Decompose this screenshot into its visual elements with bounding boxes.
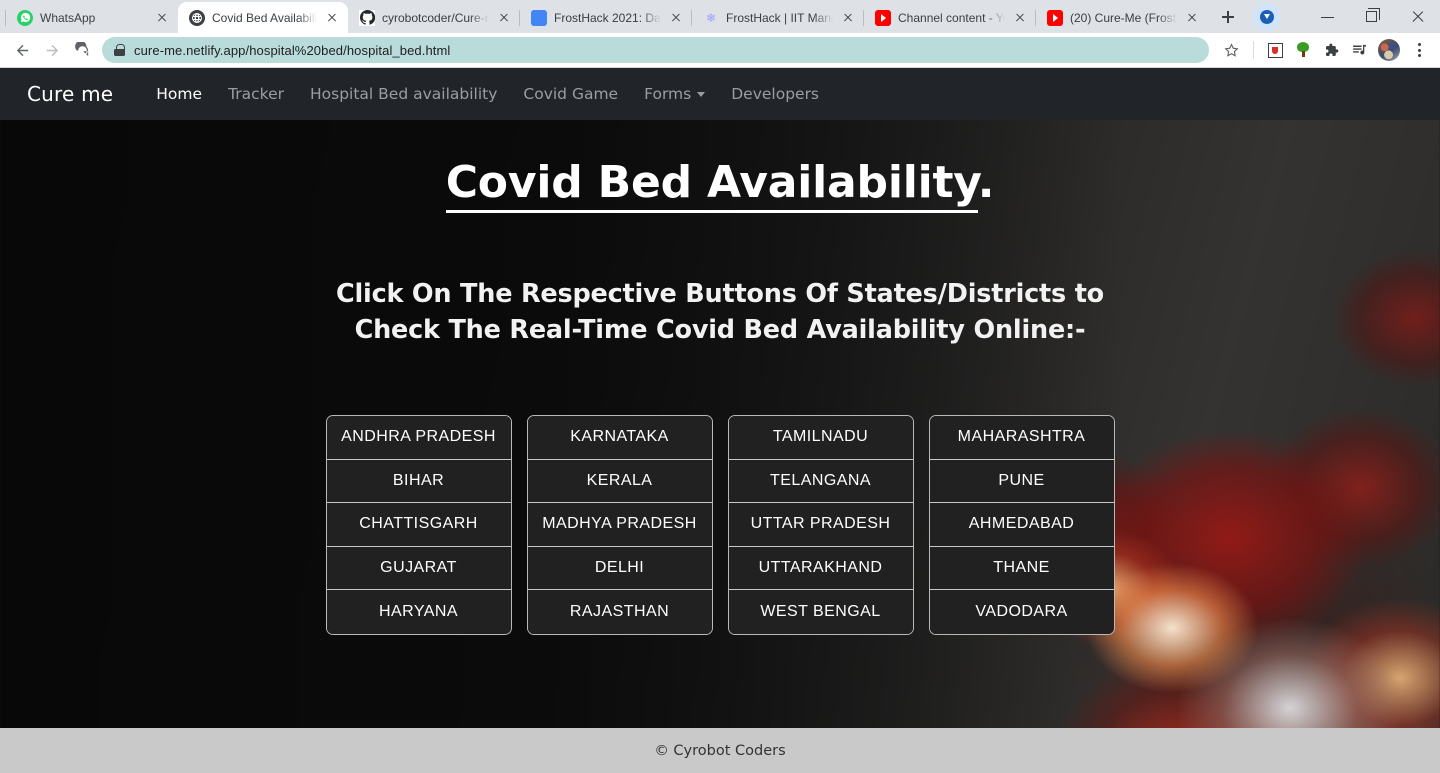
state-button[interactable]: TELANGANA	[728, 459, 913, 503]
nav-item-tracker[interactable]: Tracker	[215, 68, 297, 120]
browser-tab[interactable]: FrostHack 2021: Dash	[519, 2, 692, 33]
close-icon[interactable]	[668, 10, 684, 26]
new-tab-button[interactable]	[1214, 3, 1242, 31]
page-subtitle: Click On The Respective Buttons Of State…	[0, 276, 1440, 348]
globe-icon	[189, 9, 205, 26]
page-subtitle-line-1: Click On The Respective Buttons Of State…	[335, 279, 1105, 309]
blue-square-icon	[531, 9, 547, 26]
state-button[interactable]: WEST BENGAL	[728, 590, 913, 634]
state-button[interactable]: DELHI	[527, 546, 712, 590]
browser-window: WhatsApp Covid Bed Availability cyrobotc…	[0, 0, 1440, 773]
youtube-icon	[1047, 9, 1063, 26]
state-button[interactable]: PUNE	[929, 459, 1114, 503]
tab-title: WhatsApp	[40, 10, 96, 25]
nav-item-forms-label: Forms	[644, 85, 692, 103]
nav-item-covid-game[interactable]: Covid Game	[510, 68, 631, 120]
site-nav-links: Home Tracker Hospital Bed availability C…	[143, 68, 832, 120]
close-icon[interactable]	[1012, 10, 1028, 26]
page-subtitle-line-2: Check The Real-Time Covid Bed Availabili…	[354, 315, 1086, 345]
browser-tab-active[interactable]: Covid Bed Availability	[178, 2, 348, 33]
nav-item-developers[interactable]: Developers	[718, 68, 832, 120]
state-button-grid: ANDHRA PRADESH BIHAR CHATTISGARH GUJARAT…	[0, 415, 1440, 635]
page-title-text: Covid Bed Availability	[445, 157, 978, 213]
nav-item-home[interactable]: Home	[143, 68, 215, 120]
state-button-column: ANDHRA PRADESH BIHAR CHATTISGARH GUJARAT…	[325, 415, 512, 635]
state-button[interactable]: AHMEDABAD	[929, 503, 1114, 547]
close-icon[interactable]	[496, 10, 512, 26]
state-button-column: TAMILNADU TELANGANA UTTAR PRADESH UTTARA…	[727, 415, 914, 635]
tree-html-extension-icon[interactable]	[1290, 37, 1316, 63]
state-button[interactable]: MAHARASHTRA	[929, 416, 1114, 460]
site-footer: © Cyrobot Coders	[0, 728, 1440, 773]
state-button-column: MAHARASHTRA PUNE AHMEDABAD THANE VADODAR…	[928, 415, 1115, 635]
browser-tab[interactable]: cyrobotcoder/Cure-m	[348, 2, 520, 33]
tab-title: cyrobotcoder/Cure-m	[382, 10, 489, 25]
back-icon[interactable]	[8, 36, 36, 64]
tab-title: Covid Bed Availability	[212, 10, 317, 25]
close-icon[interactable]	[1184, 10, 1200, 26]
close-icon[interactable]	[324, 10, 340, 26]
nav-item-forms[interactable]: Forms	[631, 68, 718, 120]
tab-title: FrostHack 2021: Dash	[554, 10, 661, 25]
state-button-column: KARNATAKA KERALA MADHYA PRADESH DELHI RA…	[526, 415, 713, 635]
state-button[interactable]: THANE	[929, 546, 1114, 590]
toolbar-divider	[1253, 41, 1254, 59]
frosthack-icon: ❄	[705, 10, 717, 25]
reload-icon[interactable]	[68, 36, 96, 64]
page-title: Covid Bed Availability.	[0, 157, 1440, 213]
music-playlist-icon[interactable]	[1346, 37, 1372, 63]
page-viewport: Cure me Home Tracker Hospital Bed availa…	[0, 68, 1440, 773]
state-button[interactable]: KERALA	[527, 459, 712, 503]
state-button[interactable]: BIHAR	[326, 459, 511, 503]
browser-tab[interactable]: Channel content - You	[863, 2, 1036, 33]
tab-strip: WhatsApp Covid Bed Availability cyrobotc…	[0, 0, 1440, 33]
download-update-icon[interactable]	[1253, 2, 1281, 31]
tab-title: (20) Cure-Me (Frost H	[1070, 10, 1177, 25]
state-button[interactable]: RAJASTHAN	[527, 590, 712, 634]
close-icon[interactable]	[1395, 0, 1440, 33]
close-icon[interactable]	[840, 10, 856, 26]
state-button[interactable]: HARYANA	[326, 590, 511, 634]
url-text: cure-me.netlify.app/hospital%20bed/hospi…	[134, 42, 451, 58]
page-title-period: .	[977, 157, 995, 208]
browser-toolbar: cure-me.netlify.app/hospital%20bed/hospi…	[0, 33, 1440, 68]
tab-title: Channel content - You	[898, 10, 1005, 25]
state-button[interactable]: VADODARA	[929, 590, 1114, 634]
state-button[interactable]: MADHYA PRADESH	[527, 503, 712, 547]
youtube-icon	[875, 9, 891, 26]
footer-copyright: © Cyrobot Coders	[654, 742, 786, 759]
tab-title: FrostHack | IIT Mandi	[726, 10, 833, 25]
site-navbar: Cure me Home Tracker Hospital Bed availa…	[0, 68, 1440, 120]
state-button[interactable]: ANDHRA PRADESH	[326, 416, 511, 460]
bookmark-star-icon[interactable]	[1217, 36, 1245, 64]
window-controls	[1253, 0, 1440, 33]
close-icon[interactable]	[154, 10, 170, 26]
lock-icon	[114, 44, 125, 56]
github-icon	[359, 9, 375, 26]
browser-tab[interactable]: WhatsApp	[5, 2, 178, 33]
state-button[interactable]: TAMILNADU	[728, 416, 913, 460]
whatsapp-icon	[17, 9, 33, 26]
profile-avatar[interactable]	[1378, 39, 1400, 61]
state-button[interactable]: CHATTISGARH	[326, 503, 511, 547]
site-brand[interactable]: Cure me	[27, 82, 113, 106]
minimize-icon[interactable]	[1305, 0, 1350, 33]
nav-item-hospital-bed-availability[interactable]: Hospital Bed availability	[297, 68, 510, 120]
restore-icon[interactable]	[1350, 0, 1395, 33]
chevron-down-icon	[697, 92, 706, 97]
forward-icon[interactable]	[38, 36, 66, 64]
state-button[interactable]: UTTAR PRADESH	[728, 503, 913, 547]
shield-extension-icon[interactable]	[1262, 37, 1288, 63]
page-content: Covid Bed Availability. Click On The Res…	[0, 157, 1440, 635]
address-bar[interactable]: cure-me.netlify.app/hospital%20bed/hospi…	[102, 37, 1209, 63]
state-button[interactable]: GUJARAT	[326, 546, 511, 590]
state-button[interactable]: KARNATAKA	[527, 416, 712, 460]
browser-tab[interactable]: (20) Cure-Me (Frost H	[1035, 2, 1208, 33]
state-button[interactable]: UTTARAKHAND	[728, 546, 913, 590]
browser-tab[interactable]: ❄ FrostHack | IIT Mandi	[691, 2, 864, 33]
puzzle-extensions-icon[interactable]	[1318, 37, 1344, 63]
kebab-menu-icon[interactable]	[1406, 37, 1432, 63]
